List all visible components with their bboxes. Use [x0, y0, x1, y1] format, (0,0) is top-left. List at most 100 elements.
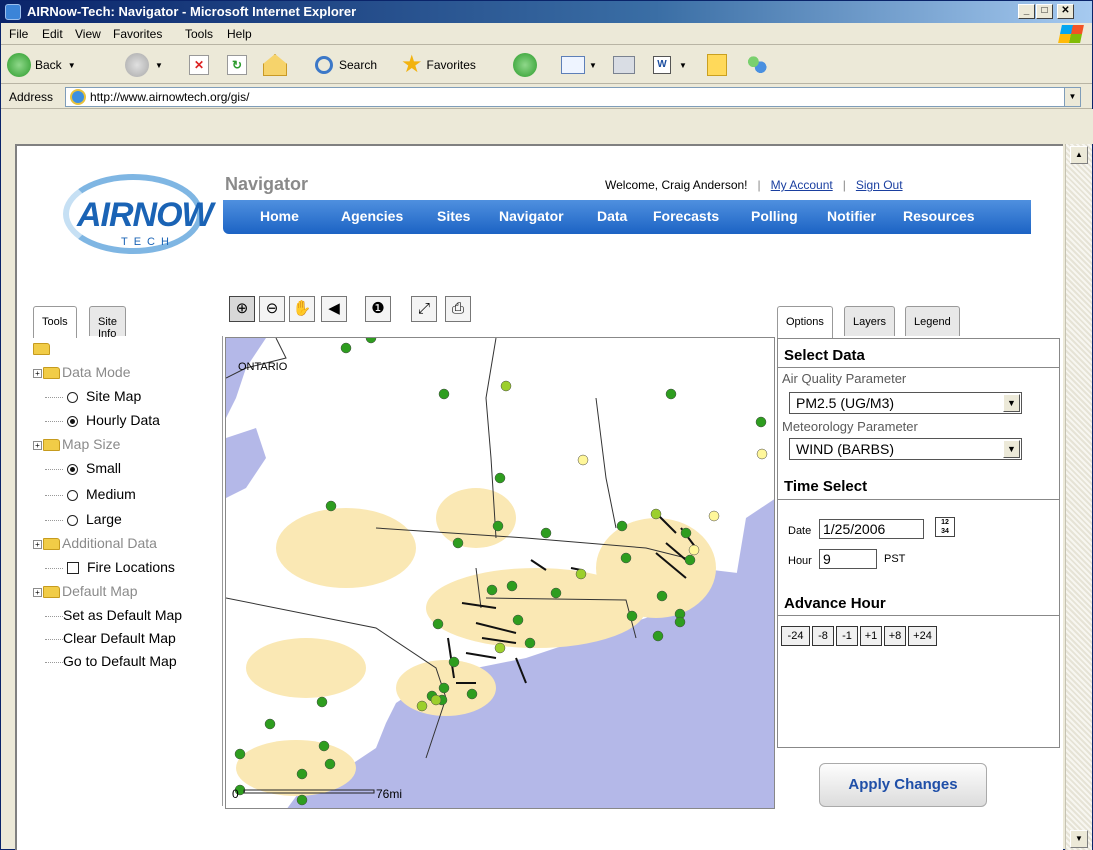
map-canvas[interactable]: ONTARIO 0 76mi [226, 338, 775, 809]
menu-edit[interactable]: Edit [42, 27, 63, 41]
print-map-icon[interactable]: ⎙ [445, 296, 471, 322]
address-input[interactable]: http://www.airnowtech.org/gis/ ▼ [65, 87, 1081, 107]
medium-radio[interactable] [67, 489, 78, 501]
option-hourly-data[interactable]: Hourly Data [45, 412, 160, 428]
site-marker[interactable] [550, 587, 562, 599]
site-marker[interactable] [674, 616, 686, 628]
clear-default-map-link[interactable]: Clear Default Map [45, 630, 176, 646]
history-button[interactable] [513, 52, 537, 78]
site-marker[interactable] [340, 342, 352, 354]
date-input[interactable]: 1/25/2006 [819, 519, 924, 539]
home-button[interactable] [263, 52, 287, 78]
site-marker[interactable] [486, 584, 498, 596]
sign-out-link[interactable]: Sign Out [856, 178, 903, 192]
hour-input[interactable]: 9 [819, 549, 877, 569]
maximize-button[interactable]: □ [1036, 4, 1053, 19]
identify-info-icon[interactable]: ❶ [365, 296, 391, 322]
site-marker[interactable] [626, 610, 638, 622]
site-marker[interactable] [688, 544, 700, 556]
nav-resources[interactable]: Resources [903, 208, 975, 224]
forward-button[interactable]: ▼ [125, 52, 163, 78]
menu-help[interactable]: Help [227, 27, 252, 41]
messenger-button[interactable] [745, 52, 769, 78]
site-marker[interactable] [650, 508, 662, 520]
site-marker[interactable] [620, 552, 632, 564]
site-marker[interactable] [438, 682, 450, 694]
nav-polling[interactable]: Polling [751, 208, 798, 224]
back-extent-icon[interactable]: ◀ [321, 296, 347, 322]
site-marker[interactable] [494, 472, 506, 484]
back-button[interactable]: Back ▼ [7, 52, 76, 78]
tab-site-info[interactable]: Site Info [89, 306, 126, 340]
tab-options[interactable]: Options [777, 306, 833, 338]
advance-plus-1-button[interactable]: +1 [860, 626, 882, 646]
site-marker[interactable] [684, 554, 696, 566]
menu-favorites[interactable]: Favorites [113, 27, 162, 41]
chevron-down-icon[interactable]: ▼ [1003, 394, 1020, 412]
edit-button[interactable]: W ▼ [653, 52, 687, 78]
site-marker[interactable] [296, 794, 308, 806]
option-fire-locations[interactable]: Fire Locations [45, 559, 175, 575]
site-marker[interactable] [494, 642, 506, 654]
my-account-link[interactable]: My Account [771, 178, 833, 192]
site-marker[interactable] [492, 520, 504, 532]
nav-home[interactable]: Home [260, 208, 299, 224]
tree-map-size[interactable]: + Map Size [33, 436, 120, 452]
site-marker[interactable] [416, 700, 428, 712]
advance-plus-8-button[interactable]: +8 [884, 626, 906, 646]
site-marker[interactable] [665, 388, 677, 400]
favorites-button[interactable]: ★ Favorites [401, 52, 476, 78]
site-marker[interactable] [708, 510, 720, 522]
site-marker[interactable] [318, 740, 330, 752]
large-radio[interactable] [67, 514, 78, 526]
site-marker[interactable] [452, 537, 464, 549]
expand-icon[interactable]: + [33, 440, 42, 450]
site-marker[interactable] [524, 637, 536, 649]
site-marker[interactable] [234, 748, 246, 760]
site-marker[interactable] [500, 380, 512, 392]
site-marker[interactable] [448, 656, 460, 668]
tab-tools[interactable]: Tools [33, 306, 77, 338]
tab-layers[interactable]: Layers [844, 306, 896, 336]
set-default-map-link[interactable]: Set as Default Map [45, 607, 182, 623]
expand-icon[interactable]: + [33, 368, 42, 378]
nav-notifier[interactable]: Notifier [827, 208, 876, 224]
discuss-button[interactable] [707, 52, 727, 78]
fire-locations-checkbox[interactable] [67, 562, 79, 575]
expand-icon[interactable]: + [33, 539, 42, 549]
go-default-map-link[interactable]: Go to Default Map [45, 653, 177, 669]
nav-sites[interactable]: Sites [437, 208, 470, 224]
site-marker[interactable] [540, 527, 552, 539]
zoom-out-icon[interactable]: ⊖ [259, 296, 285, 322]
tree-data-mode[interactable]: + Data Mode [33, 364, 130, 380]
site-marker[interactable] [316, 696, 328, 708]
site-marker[interactable] [616, 520, 628, 532]
small-radio[interactable] [67, 463, 78, 475]
site-marker[interactable] [656, 590, 668, 602]
stop-button[interactable]: ✕ [189, 52, 209, 78]
mail-button[interactable]: ▼ [561, 52, 597, 78]
option-site-map[interactable]: Site Map [45, 388, 141, 404]
scroll-down-icon[interactable]: ▼ [1070, 830, 1088, 848]
tree-default-map[interactable]: + Default Map [33, 583, 137, 599]
option-small[interactable]: Small [45, 460, 121, 476]
site-marker[interactable] [512, 614, 524, 626]
site-marker[interactable] [432, 618, 444, 630]
advance-minus-8-button[interactable]: -8 [812, 626, 834, 646]
expand-icon[interactable]: + [33, 587, 42, 597]
menu-tools[interactable]: Tools [185, 27, 213, 41]
close-button[interactable]: ✕ [1057, 4, 1074, 19]
advance-minus-1-button[interactable]: -1 [836, 626, 858, 646]
nav-forecasts[interactable]: Forecasts [653, 208, 719, 224]
advance-plus-24-button[interactable]: +24 [908, 626, 937, 646]
site-marker[interactable] [577, 454, 589, 466]
site-map-radio[interactable] [67, 391, 78, 403]
met-param-select[interactable]: WIND (BARBS) ▼ [789, 438, 1022, 460]
site-marker[interactable] [264, 718, 276, 730]
nav-data[interactable]: Data [597, 208, 627, 224]
scroll-up-icon[interactable]: ▲ [1070, 146, 1088, 164]
tree-additional-data[interactable]: + Additional Data [33, 535, 157, 551]
full-extent-icon[interactable]: ⤢ [411, 296, 437, 322]
apply-changes-button[interactable]: Apply Changes [819, 763, 987, 807]
address-dropdown-icon[interactable]: ▼ [1064, 88, 1080, 106]
